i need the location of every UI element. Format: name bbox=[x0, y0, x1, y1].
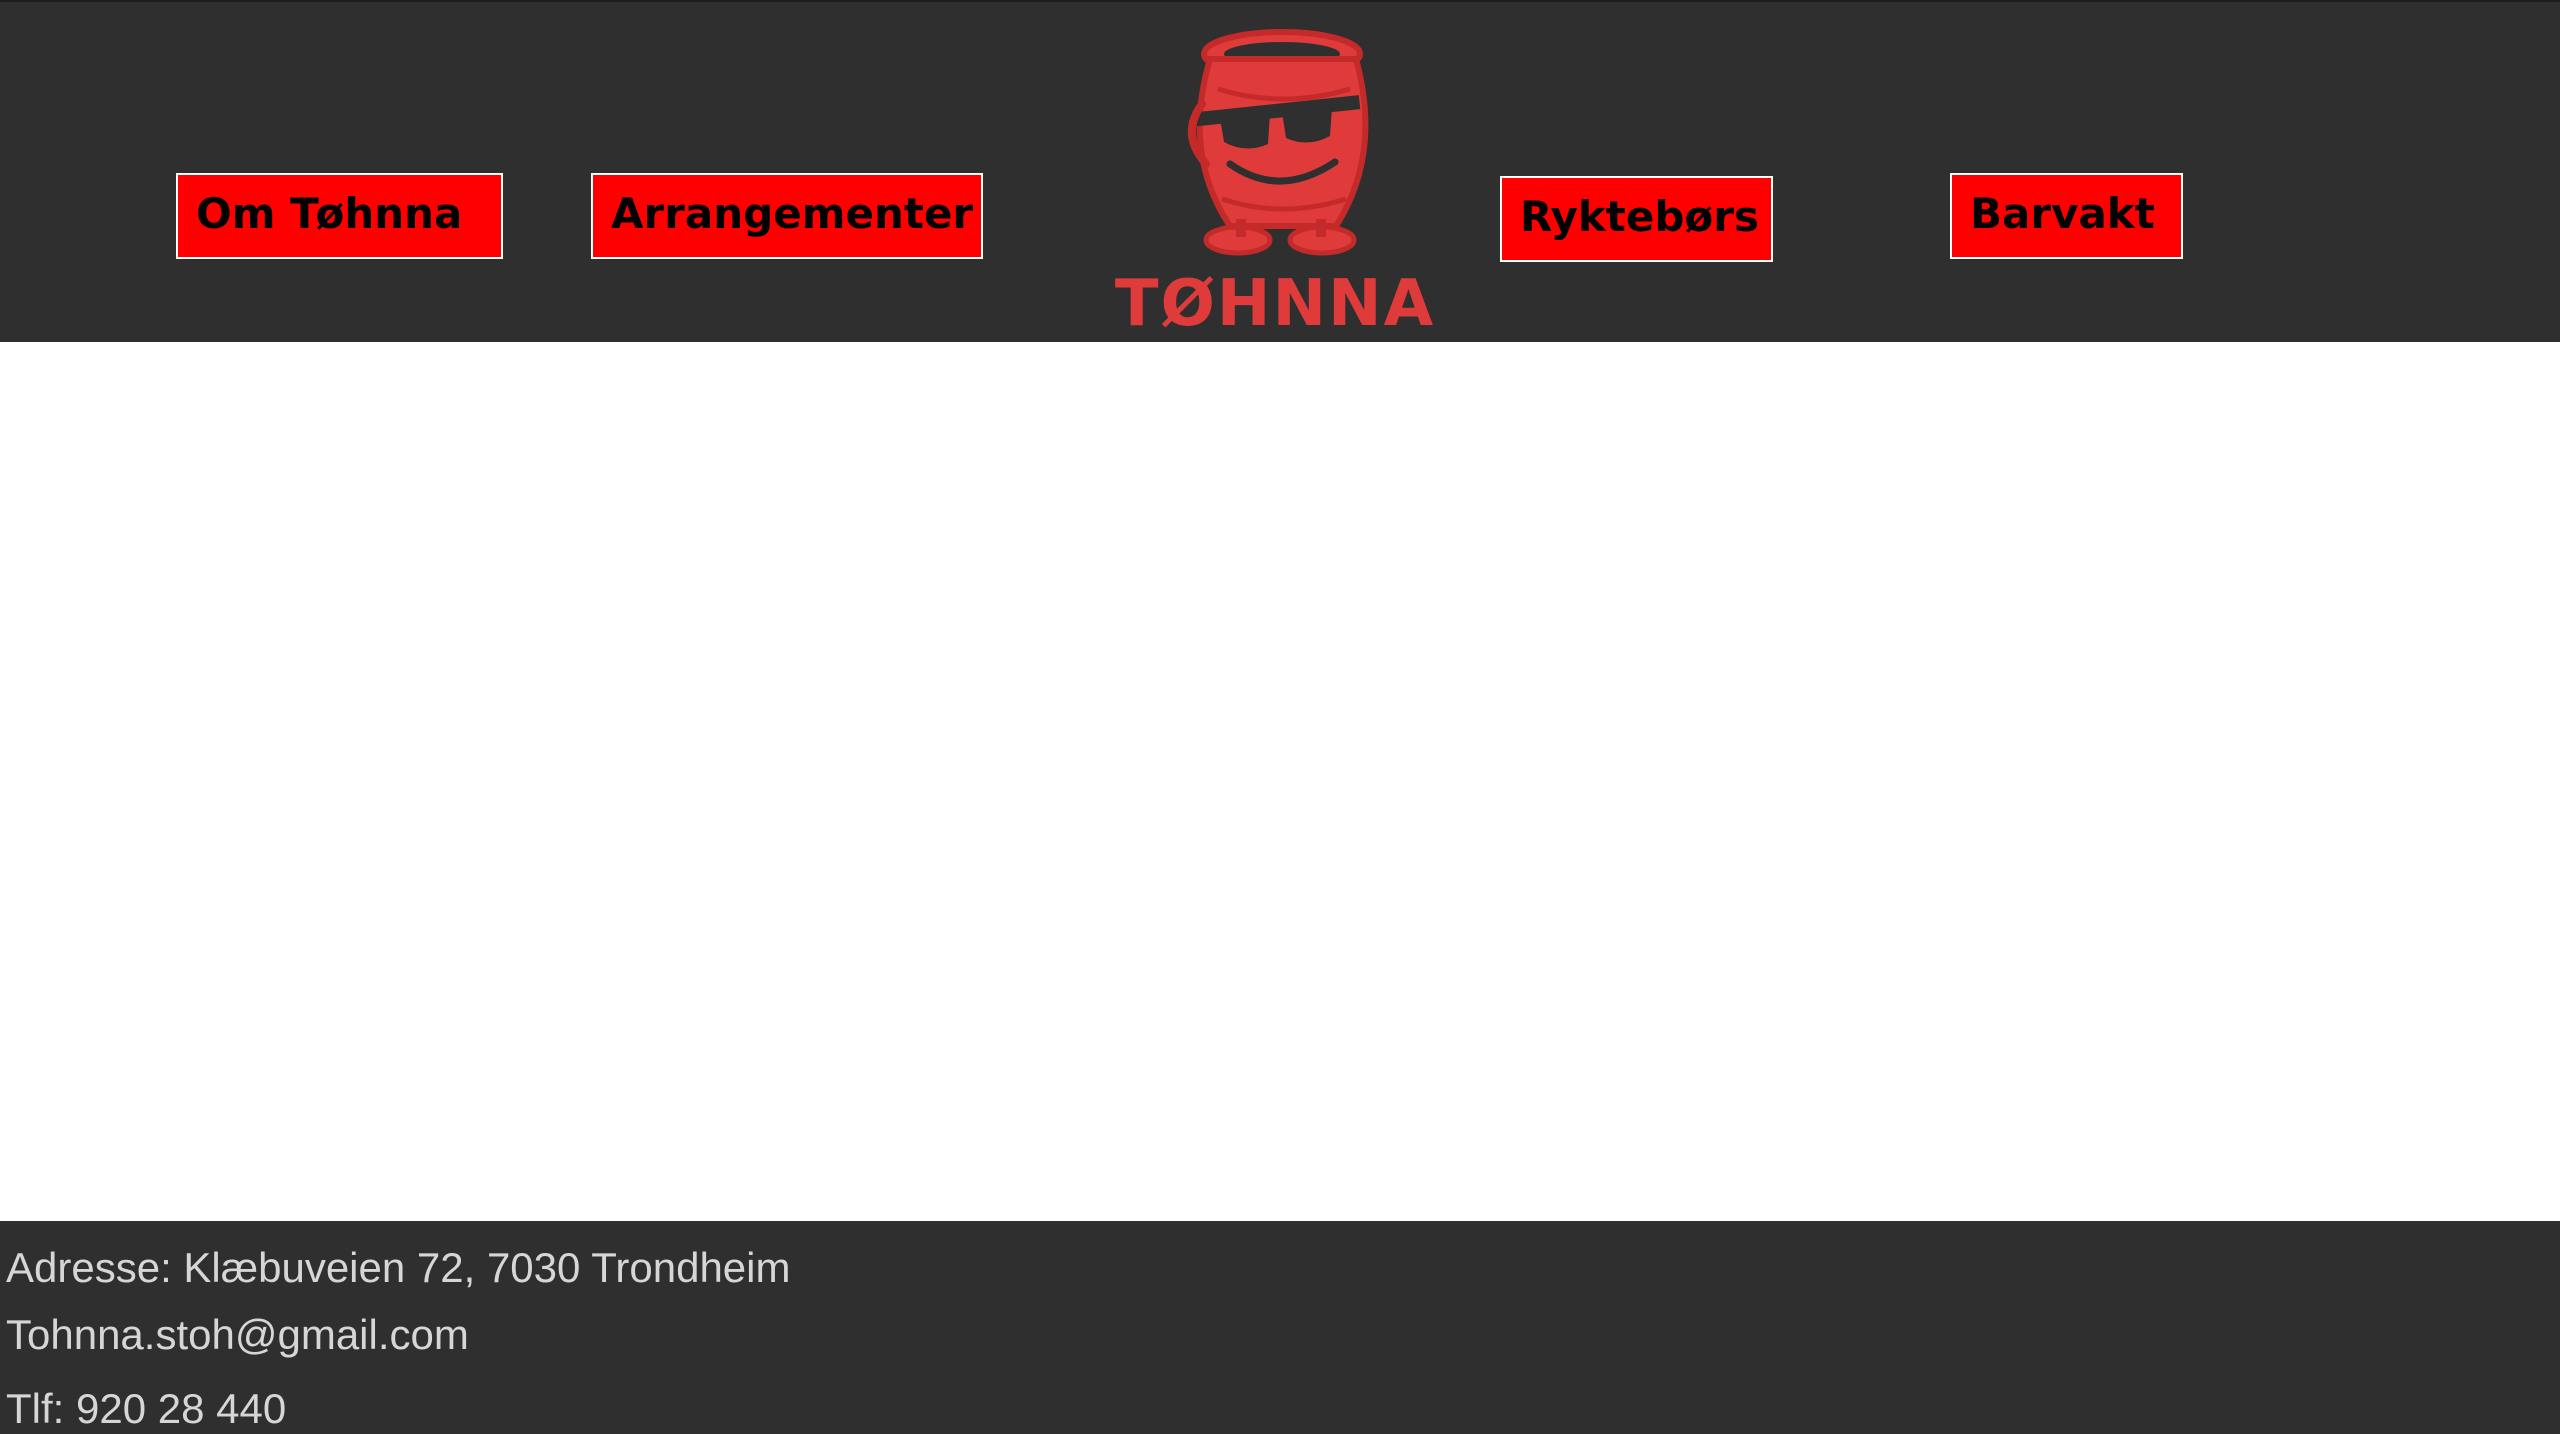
footer-phone: Tlf: 920 28 440 bbox=[6, 1385, 287, 1432]
footer-email: Tohnna.stoh@gmail.com bbox=[6, 1311, 469, 1358]
barrel-mascot-icon bbox=[1187, 29, 1369, 256]
nav-ryktebors-button[interactable]: Ryktebørs bbox=[1500, 176, 1773, 262]
brand-name: TØHNNA bbox=[1114, 267, 1436, 341]
site-header: Om Tøhnna Arrangementer TØHNNA Ryktebørs… bbox=[0, 0, 2560, 342]
nav-arrangementer-button[interactable]: Arrangementer bbox=[591, 173, 983, 259]
nav-om-tohnna-button[interactable]: Om Tøhnna bbox=[176, 173, 503, 259]
site-footer: Adresse: Klæbuveien 72, 7030 Trondheim T… bbox=[0, 1221, 2560, 1434]
footer-address: Adresse: Klæbuveien 72, 7030 Trondheim bbox=[6, 1244, 791, 1291]
site-logo[interactable]: TØHNNA bbox=[1110, 14, 1440, 339]
nav-barvakt-button[interactable]: Barvakt bbox=[1950, 173, 2183, 259]
